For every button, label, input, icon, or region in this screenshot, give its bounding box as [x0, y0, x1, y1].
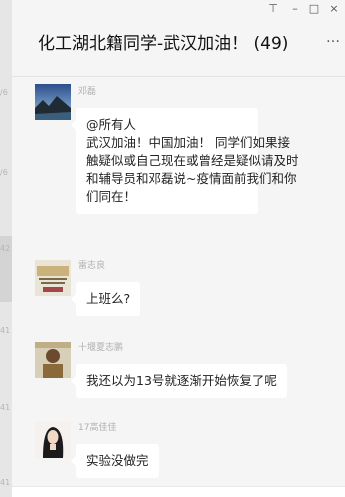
message-line: 武汉加油！中国加油！ 同学们如果接 — [86, 135, 290, 150]
maximize-button[interactable]: □ — [305, 2, 323, 15]
chat-title: 化工湖北籍同学-武汉加油！ (49) — [38, 34, 289, 54]
message-line: 上班么? — [86, 291, 131, 306]
avatar[interactable] — [35, 260, 71, 296]
message-line: 和辅导员和邓磊说~疫情面前我们和你 — [86, 171, 297, 186]
message-line: 我还以为13号就逐渐开始恢复了呢 — [86, 373, 277, 388]
message-line: @所有人 — [86, 117, 137, 132]
input-area-edge[interactable] — [12, 486, 345, 497]
avatar[interactable] — [35, 84, 71, 120]
session-time-1: /6 — [0, 88, 8, 97]
session-list-strip[interactable]: /6 /6 42 41 41 41 — [0, 0, 12, 497]
message-bubble[interactable]: 我还以为13号就逐渐开始恢复了呢 — [71, 364, 287, 398]
message-bubble[interactable]: 上班么? — [70, 282, 141, 316]
message-line: 实验没做完 — [86, 453, 149, 468]
session-time-3: 42 — [0, 244, 11, 253]
session-time-5: 41 — [0, 403, 11, 412]
photo-avatar-icon — [35, 342, 71, 378]
more-options-button[interactable]: … — [326, 30, 341, 46]
sender-name: 雷志良 — [78, 261, 106, 271]
avatar[interactable] — [35, 342, 71, 378]
session-time-6: 41 — [0, 478, 11, 487]
chat-panel: ⊤ – □ × 化工湖北籍同学-武汉加油！ (49) … 邓磊 @所有人 武汉加… — [12, 0, 345, 497]
sender-name: 十堰夏志鹏 — [78, 343, 124, 353]
message-bubble[interactable]: @所有人 武汉加油！中国加油！ 同学们如果接 触疑似或自己现在或曾经是疑似请及时… — [71, 108, 299, 214]
minimize-button[interactable]: – — [286, 2, 304, 15]
close-button[interactable]: × — [325, 2, 343, 15]
sender-name: 17高佳佳 — [78, 423, 117, 433]
session-time-2: /6 — [0, 168, 8, 177]
sender-name: 邓磊 — [78, 87, 97, 97]
session-time-4: 41 — [0, 326, 11, 335]
landscape-avatar-icon — [35, 84, 71, 120]
avatar[interactable] — [35, 422, 71, 458]
message-line: 触疑似或自己现在或曾经是疑似请及时 — [86, 153, 299, 168]
message-bubble[interactable]: 实验没做完 — [71, 444, 159, 478]
pin-icon[interactable]: ⊤ — [264, 2, 282, 15]
message-line: 们同在！ — [86, 189, 137, 204]
portrait-avatar-icon — [35, 422, 71, 458]
poster-avatar-icon — [35, 260, 71, 296]
chat-header: ⊤ – □ × 化工湖北籍同学-武汉加油！ (49) … — [12, 0, 345, 77]
